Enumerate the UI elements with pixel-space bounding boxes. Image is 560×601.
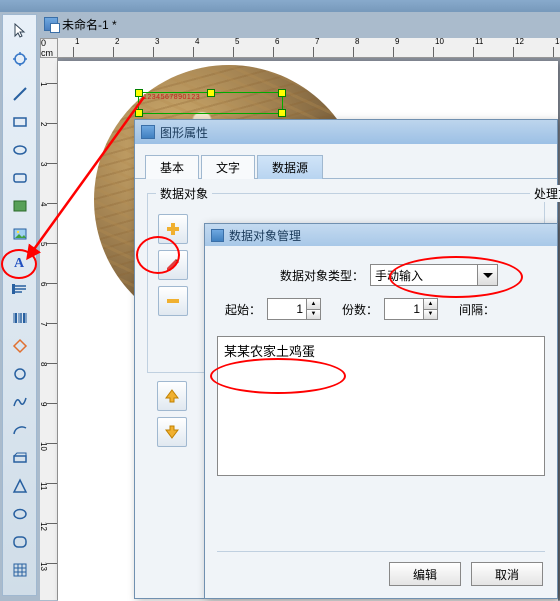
- tool-rect[interactable]: [6, 108, 34, 135]
- type-label: 数据对象类型：: [280, 267, 364, 284]
- tool-ellipse[interactable]: [6, 136, 34, 163]
- process-label: 处理方: [530, 185, 560, 202]
- tool-triangle[interactable]: [6, 472, 34, 499]
- start-label: 起始：: [225, 301, 261, 318]
- document-title: 未命名-1 *: [62, 16, 117, 33]
- dialog-icon: [141, 125, 155, 139]
- dialog2-titlebar[interactable]: 数据对象管理: [205, 224, 557, 246]
- document-tab[interactable]: 未命名-1 *: [44, 14, 117, 34]
- dialog2-title: 数据对象管理: [229, 227, 301, 244]
- move-up-button[interactable]: [157, 381, 187, 411]
- resize-handle-tl[interactable]: [135, 89, 143, 97]
- start-input[interactable]: [267, 298, 307, 320]
- tool-pointer[interactable]: [6, 17, 34, 44]
- count-label: 份数：: [342, 301, 378, 318]
- tool-grid[interactable]: [6, 556, 34, 583]
- cancel-button[interactable]: 取消: [471, 562, 543, 586]
- tool-paragraph[interactable]: [6, 276, 34, 303]
- tab-text[interactable]: 文字: [201, 155, 255, 179]
- sample-text: 1234567890123: [143, 94, 200, 101]
- resize-handle-br[interactable]: [278, 109, 286, 117]
- dialog-titlebar[interactable]: 图形属性: [135, 120, 557, 144]
- ruler-vertical: 1 2 3 4 5 6 7 8 9 10 11 12 13: [40, 58, 58, 600]
- tool-shape[interactable]: [6, 332, 34, 359]
- group-title: 数据对象: [156, 185, 212, 202]
- count-input[interactable]: [384, 298, 424, 320]
- data-manage-dialog: 数据对象管理 数据对象类型： 起始： ▲▼ 份数： ▲▼ 间隔： 某某农家土鸡蛋…: [204, 223, 558, 599]
- tool-polygon[interactable]: [6, 192, 34, 219]
- title-bar-area: [0, 0, 560, 12]
- resize-handle-tr[interactable]: [278, 89, 286, 97]
- type-input[interactable]: [370, 264, 478, 286]
- tool-pan[interactable]: [6, 45, 34, 72]
- edit-action-button[interactable]: 编辑: [389, 562, 461, 586]
- separator: [217, 551, 545, 552]
- tool-image[interactable]: [6, 220, 34, 247]
- tab-datasource[interactable]: 数据源: [257, 155, 323, 179]
- edit-button[interactable]: [158, 250, 188, 280]
- tool-line[interactable]: [6, 80, 34, 107]
- tool-path[interactable]: [6, 444, 34, 471]
- left-toolbar: A: [2, 14, 37, 596]
- move-down-button[interactable]: [157, 417, 187, 447]
- ruler-corner: 0 cm: [40, 38, 58, 58]
- selected-text-object[interactable]: 1234567890123: [138, 92, 283, 114]
- tool-barcode[interactable]: [6, 304, 34, 331]
- spin-up-icon[interactable]: ▲: [307, 298, 321, 309]
- add-button[interactable]: [158, 214, 188, 244]
- start-spinner[interactable]: ▲▼: [267, 298, 321, 320]
- tool-roundrect[interactable]: [6, 164, 34, 191]
- tool-arc[interactable]: [6, 416, 34, 443]
- spin-down-icon[interactable]: ▼: [307, 309, 321, 321]
- tool-curve[interactable]: [6, 388, 34, 415]
- spin-down-icon[interactable]: ▼: [424, 309, 438, 321]
- ruler-horizontal: 1 2 3 4 5 6 7 8 9 10 11 12 13: [58, 38, 560, 58]
- dialog-title: 图形属性: [160, 124, 208, 141]
- svg-text:A: A: [14, 256, 25, 270]
- tab-basic[interactable]: 基本: [145, 155, 199, 179]
- type-combo[interactable]: [370, 264, 498, 286]
- dialog2-icon: [211, 229, 224, 242]
- tool-circle[interactable]: [6, 360, 34, 387]
- button-row: 编辑 取消: [389, 562, 543, 586]
- resize-handle-bl[interactable]: [135, 109, 143, 117]
- type-row: 数据对象类型：: [205, 246, 557, 294]
- document-icon: [44, 17, 58, 31]
- tool-text[interactable]: A: [6, 248, 34, 275]
- content-text: 某某农家土鸡蛋: [224, 344, 315, 359]
- tool-round[interactable]: [6, 528, 34, 555]
- delete-button[interactable]: [158, 286, 188, 316]
- resize-handle-tc[interactable]: [207, 89, 215, 97]
- gap-label: 间隔：: [459, 301, 495, 318]
- spin-up-icon[interactable]: ▲: [424, 298, 438, 309]
- tool-oval[interactable]: [6, 500, 34, 527]
- number-row: 起始： ▲▼ 份数： ▲▼ 间隔：: [205, 294, 557, 330]
- count-spinner[interactable]: ▲▼: [384, 298, 438, 320]
- tabstrip: 基本 文字 数据源: [135, 144, 557, 179]
- combo-arrow-icon[interactable]: [478, 264, 498, 286]
- content-textarea[interactable]: 某某农家土鸡蛋: [217, 336, 545, 476]
